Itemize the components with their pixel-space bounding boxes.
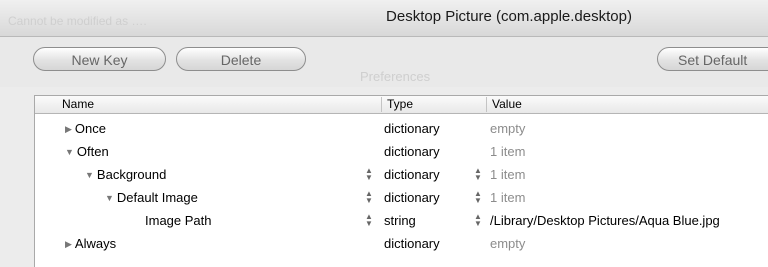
row-value-cell[interactable]: empty <box>490 236 525 251</box>
value-stepper-icon[interactable]: ▲ ▼ <box>474 213 482 228</box>
row-name-label: Always <box>74 236 117 251</box>
type-stepper-icon[interactable]: ▲ ▼ <box>365 213 373 228</box>
row-value-cell[interactable]: 1 item <box>490 144 525 159</box>
row-type-cell[interactable]: dictionary <box>384 190 440 205</box>
row-value-cell[interactable]: /Library/Desktop Pictures/Aqua Blue.jpg <box>490 213 720 228</box>
window-title: Desktop Picture (com.apple.desktop) <box>386 8 632 25</box>
row-name-cell[interactable]: ▼ Default Image <box>105 190 198 205</box>
row-type-cell[interactable]: dictionary <box>384 236 440 251</box>
row-type-cell[interactable]: dictionary <box>384 144 440 159</box>
row-name-cell[interactable]: ▶ Always <box>65 236 116 251</box>
row-name-cell[interactable]: ▼ Background <box>85 167 166 182</box>
row-type-cell[interactable]: dictionary <box>384 167 440 182</box>
row-name-label: Often <box>76 144 109 159</box>
disclosure-collapsed-icon[interactable]: ▶ <box>65 239 72 249</box>
row-name-label: Background <box>96 167 167 182</box>
new-key-button[interactable]: New Key <box>33 47 166 71</box>
table-row[interactable]: ▼ Default Image ▲ ▼ dictionary ▲ ▼ 1 item <box>35 187 768 210</box>
disclosure-expanded-icon[interactable]: ▼ <box>65 147 74 157</box>
column-header-name[interactable]: Name <box>57 97 387 112</box>
preferences-table: Name Type Value ▶ Once dictionary empty ▼ Oft… <box>34 95 768 267</box>
row-value-cell[interactable]: 1 item <box>490 190 525 205</box>
disclosure-expanded-icon[interactable]: ▼ <box>85 170 94 180</box>
table-row[interactable]: ▶ Always dictionary empty <box>35 233 768 256</box>
table-row[interactable]: ▼ Background ▲ ▼ dictionary ▲ ▼ 1 item <box>35 164 768 187</box>
table-row[interactable]: Image Path ▲ ▼ string ▲ ▼ /Library/Desktop Pic… <box>35 210 768 233</box>
row-name-label: Once <box>74 121 106 136</box>
value-stepper-icon[interactable]: ▲ ▼ <box>474 190 482 205</box>
column-header-value[interactable]: Value <box>486 97 768 112</box>
table-header: Name Type Value <box>35 96 768 114</box>
row-name-cell[interactable]: Image Path <box>145 213 212 228</box>
set-default-button[interactable]: Set Default <box>657 47 768 71</box>
row-value-cell[interactable]: empty <box>490 121 525 136</box>
background-window-heading: Preferences <box>360 69 431 84</box>
row-type-cell[interactable]: string <box>384 213 416 228</box>
type-stepper-icon[interactable]: ▲ ▼ <box>365 190 373 205</box>
disclosure-collapsed-icon[interactable]: ▶ <box>65 124 72 134</box>
delete-button[interactable]: Delete <box>176 47 306 71</box>
table-row[interactable]: ▼ Often dictionary 1 item <box>35 141 768 164</box>
table-row[interactable]: ▶ Once dictionary empty <box>35 118 768 141</box>
row-name-cell[interactable]: ▶ Once <box>65 121 106 136</box>
row-value-cell[interactable]: 1 item <box>490 167 525 182</box>
row-name-cell[interactable]: ▼ Often <box>65 144 109 159</box>
window-title-bar: Cannot be modified as …. Desktop Picture… <box>0 0 768 37</box>
type-stepper-icon[interactable]: ▲ ▼ <box>365 167 373 182</box>
disclosure-expanded-icon[interactable]: ▼ <box>105 193 114 203</box>
row-name-label: Image Path <box>145 213 212 228</box>
row-name-label: Default Image <box>116 190 198 205</box>
value-stepper-icon[interactable]: ▲ ▼ <box>474 167 482 182</box>
column-header-type[interactable]: Type <box>381 97 486 112</box>
row-type-cell[interactable]: dictionary <box>384 121 440 136</box>
